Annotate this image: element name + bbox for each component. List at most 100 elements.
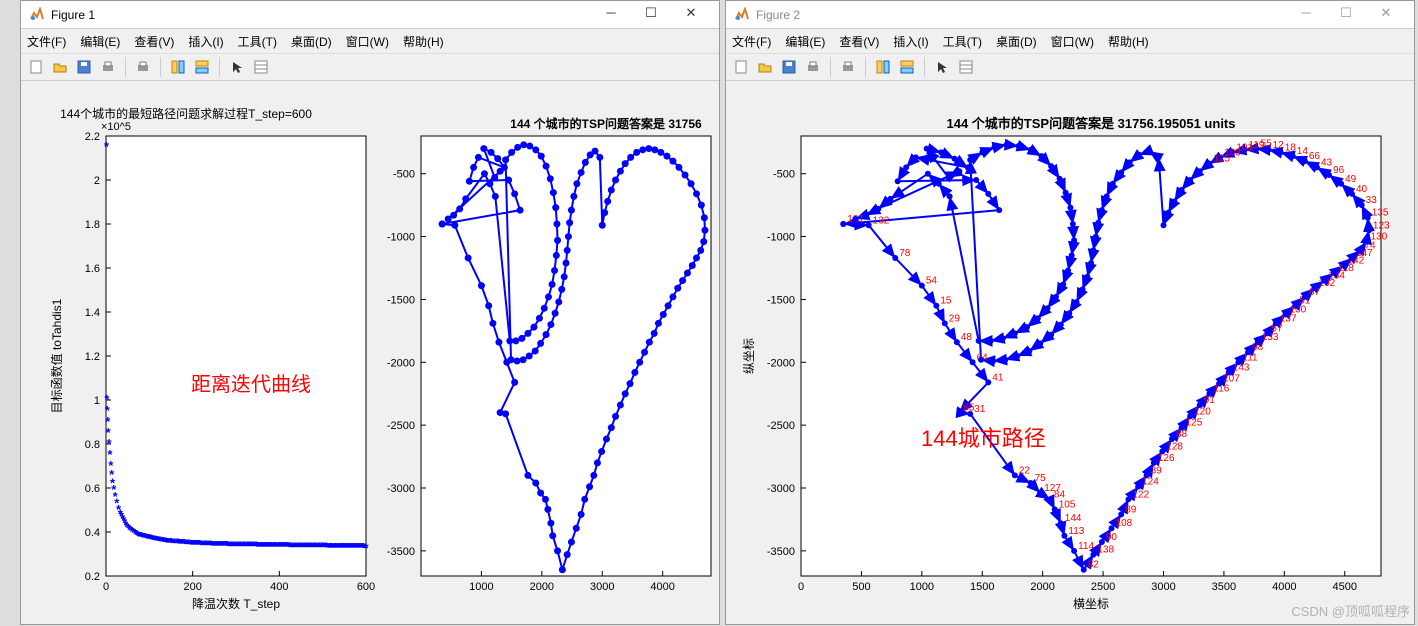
svg-text:2: 2	[94, 175, 100, 187]
svg-text:138: 138	[1097, 545, 1114, 556]
svg-text:-2500: -2500	[387, 420, 415, 432]
svg-text:1.8: 1.8	[85, 219, 100, 231]
menu-insert[interactable]: 插入(I)	[893, 33, 928, 50]
svg-text:-3000: -3000	[387, 483, 415, 495]
svg-text:×10^5: ×10^5	[101, 121, 131, 133]
svg-text:132: 132	[873, 215, 890, 226]
svg-text:2000: 2000	[530, 581, 554, 593]
svg-text:4000: 4000	[1272, 581, 1296, 593]
svg-text:31: 31	[974, 404, 986, 415]
svg-text:66: 66	[1309, 151, 1321, 162]
svg-text:54: 54	[926, 276, 938, 287]
svg-text:-1500: -1500	[387, 294, 415, 306]
toolbar	[726, 53, 1414, 81]
menu-desktop[interactable]: 桌面(D)	[291, 33, 332, 50]
menu-window[interactable]: 窗口(W)	[346, 33, 389, 50]
svg-text:122: 122	[1132, 489, 1149, 500]
svg-text:124: 124	[1142, 477, 1159, 488]
save-icon[interactable]	[778, 56, 800, 78]
svg-text:96: 96	[1333, 165, 1345, 176]
menu-edit[interactable]: 编辑(E)	[785, 33, 825, 50]
new-icon[interactable]	[730, 56, 752, 78]
figure-content: 144个城市的最短路径问题求解过程T_step=600×10^502004006…	[21, 81, 719, 624]
svg-text:横坐标: 横坐标	[1073, 597, 1109, 611]
svg-text:-3000: -3000	[767, 483, 795, 495]
svg-text:12: 12	[1273, 140, 1285, 151]
layout1-icon[interactable]	[167, 56, 189, 78]
new-icon[interactable]	[25, 56, 47, 78]
maximize-button[interactable]: ☐	[631, 5, 671, 25]
print-icon[interactable]	[97, 56, 119, 78]
svg-text:120: 120	[1194, 406, 1211, 417]
figure-content: 144 个城市的TSP问题答案是 31756.195051 units05001…	[726, 81, 1414, 624]
svg-text:-2000: -2000	[387, 357, 415, 369]
titlebar[interactable]: Figure 2 ─ ☐ ✕	[726, 1, 1414, 29]
svg-text:33: 33	[1366, 195, 1378, 206]
maximize-button[interactable]: ☐	[1326, 5, 1366, 25]
layout2-icon[interactable]	[191, 56, 213, 78]
svg-text:0: 0	[798, 581, 804, 593]
layout1-icon[interactable]	[872, 56, 894, 78]
svg-text:400: 400	[270, 581, 288, 593]
save-icon[interactable]	[73, 56, 95, 78]
minimize-button[interactable]: ─	[1286, 5, 1326, 25]
menu-file[interactable]: 文件(F)	[732, 33, 771, 50]
close-button[interactable]: ✕	[1366, 5, 1406, 25]
open-icon[interactable]	[754, 56, 776, 78]
svg-text:4000: 4000	[650, 581, 674, 593]
svg-text:3000: 3000	[1151, 581, 1175, 593]
print-icon[interactable]	[802, 56, 824, 78]
svg-text:78: 78	[899, 248, 911, 259]
menu-edit[interactable]: 编辑(E)	[80, 33, 120, 50]
svg-text:0.4: 0.4	[85, 527, 100, 539]
layout2-icon[interactable]	[896, 56, 918, 78]
svg-text:126: 126	[1158, 453, 1175, 464]
svg-text:116: 116	[1213, 384, 1229, 395]
menu-tools[interactable]: 工具(T)	[943, 33, 982, 50]
menu-view[interactable]: 查看(V)	[839, 33, 879, 50]
svg-text:0.2: 0.2	[85, 571, 100, 583]
svg-text:144个城市的最短路径问题求解过程T_step=600: 144个城市的最短路径问题求解过程T_step=600	[60, 106, 312, 121]
figure-1-window: Figure 1 ─ ☐ ✕ 文件(F) 编辑(E) 查看(V) 插入(I) 工…	[20, 0, 720, 625]
svg-text:29: 29	[949, 313, 961, 324]
svg-text:0.8: 0.8	[85, 439, 100, 451]
menu-window[interactable]: 窗口(W)	[1051, 33, 1094, 50]
svg-text:1500: 1500	[970, 581, 994, 593]
inspector-icon[interactable]	[250, 56, 272, 78]
svg-text:144城市路径: 144城市路径	[921, 426, 1046, 451]
svg-text:距离迭代曲线: 距离迭代曲线	[191, 373, 311, 396]
pointer-icon[interactable]	[226, 56, 248, 78]
close-button[interactable]: ✕	[671, 5, 711, 25]
svg-text:15: 15	[940, 296, 952, 307]
inspector-icon[interactable]	[955, 56, 977, 78]
svg-text:纵坐标: 纵坐标	[742, 338, 756, 374]
svg-text:3500: 3500	[1212, 581, 1236, 593]
svg-text:144 个城市的TSP问题答案是 31756: 144 个城市的TSP问题答案是 31756	[510, 116, 702, 131]
svg-text:107: 107	[1223, 374, 1240, 385]
menu-view[interactable]: 查看(V)	[134, 33, 174, 50]
svg-text:1: 1	[94, 395, 100, 407]
pointer-icon[interactable]	[931, 56, 953, 78]
svg-text:41: 41	[992, 372, 1004, 383]
print2-icon[interactable]	[132, 56, 154, 78]
window-title: Figure 1	[51, 8, 591, 22]
open-icon[interactable]	[49, 56, 71, 78]
menu-help[interactable]: 帮助(H)	[1108, 33, 1149, 50]
menu-insert[interactable]: 插入(I)	[188, 33, 223, 50]
titlebar[interactable]: Figure 1 ─ ☐ ✕	[21, 1, 719, 29]
svg-text:1000: 1000	[910, 581, 934, 593]
menu-tools[interactable]: 工具(T)	[238, 33, 277, 50]
minimize-button[interactable]: ─	[591, 5, 631, 25]
menu-help[interactable]: 帮助(H)	[403, 33, 444, 50]
menu-file[interactable]: 文件(F)	[27, 33, 66, 50]
menu-desktop[interactable]: 桌面(D)	[996, 33, 1037, 50]
svg-text:目标函数值 toTahdis1: 目标函数值 toTahdis1	[49, 298, 64, 413]
print2-icon[interactable]	[837, 56, 859, 78]
svg-text:18: 18	[1285, 142, 1297, 153]
svg-text:3000: 3000	[590, 581, 614, 593]
svg-text:49: 49	[1345, 174, 1357, 185]
svg-text:90: 90	[1106, 532, 1118, 543]
svg-text:48: 48	[961, 332, 973, 343]
svg-text:114: 114	[1078, 541, 1094, 552]
svg-text:降温次数 T_step: 降温次数 T_step	[192, 596, 280, 611]
